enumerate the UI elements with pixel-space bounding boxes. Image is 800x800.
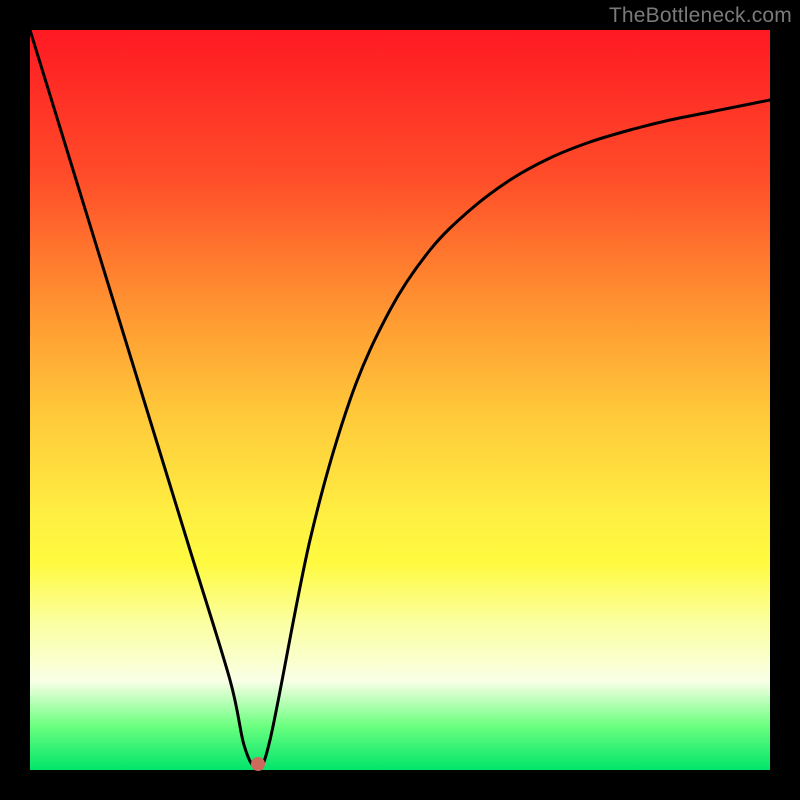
curve-svg: [30, 30, 770, 770]
bottleneck-curve: [30, 30, 770, 767]
plot-area: [30, 30, 770, 770]
minimum-marker: [251, 757, 265, 771]
chart-frame: TheBottleneck.com: [0, 0, 800, 800]
watermark-text: TheBottleneck.com: [609, 4, 792, 28]
